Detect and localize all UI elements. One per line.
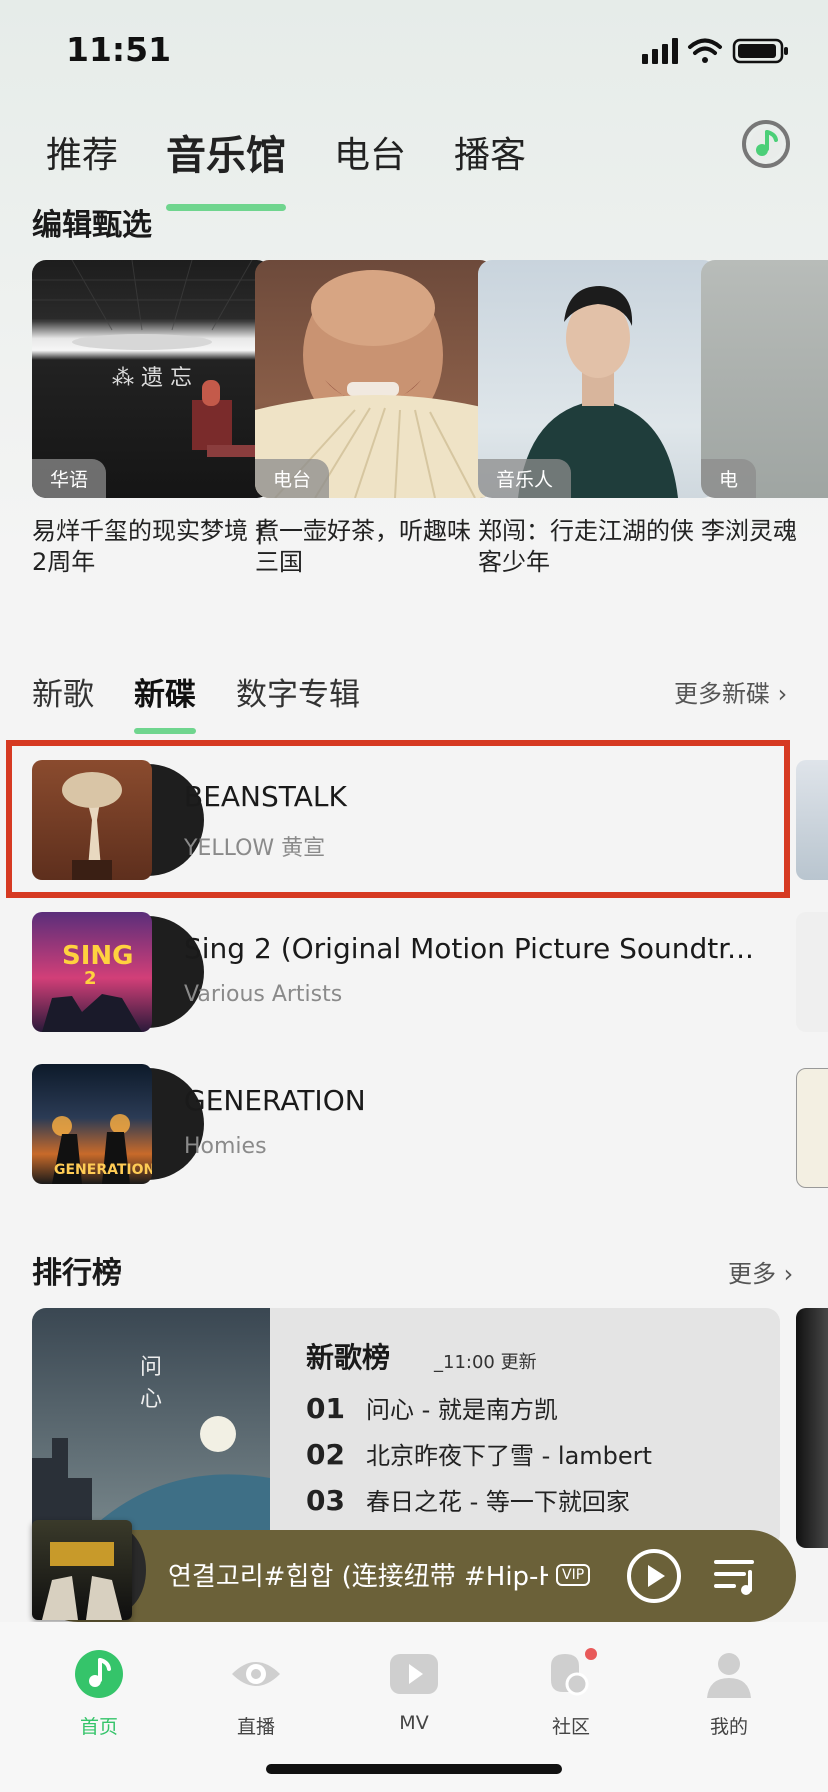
status-icons [642,38,788,64]
player-cover[interactable] [32,1520,132,1620]
tab-recommend[interactable]: 推荐 [46,126,118,178]
signal-icon [642,38,678,64]
tab-new-songs[interactable]: 新歌 [32,669,94,714]
album-artist: Homies [184,1134,267,1159]
album-name: GENERATION [184,1084,366,1117]
editor-card[interactable]: 电 李浏灵魂 [701,260,828,578]
editor-card-title: 郑闯：行走江湖的侠客少年 [478,517,694,576]
svg-text:SING: SING [62,941,134,971]
album-cover: SING 2 [32,912,152,1032]
home-indicator [266,1764,562,1774]
cover-art [42,1542,122,1620]
tab-live-label: 直播 [236,1716,275,1738]
cover-art: SING 2 [42,941,142,1032]
player-song-title: 연결고리#힙합 (连接纽带 #Hip-Hop) [168,1562,548,1592]
more-new-albums-link[interactable]: 更多新碟 › [674,674,787,709]
editor-card-badge: 华语 [32,459,107,498]
chart-name: 新歌榜 [306,1341,391,1374]
vip-badge: VIP [556,1564,591,1586]
more-charts-label: 更多 [728,1260,776,1288]
battery-icon [732,38,788,64]
editor-card-badge: 音乐人 [478,459,572,498]
chevron-right-icon: › [776,1260,794,1288]
tab-radio[interactable]: 电台 [334,126,406,178]
chart-song: 春日之花 - 等一下就回家 [366,1488,630,1516]
more-charts-link[interactable]: 更多 › [728,1254,793,1289]
tab-profile[interactable]: 我的 [669,1648,789,1739]
editor-card-title: 易烊千玺的现实梦境 | 2周年 [32,517,264,576]
editor-picks-title: 编辑甄选 [32,208,152,243]
tab-mv[interactable]: MV [354,1648,474,1734]
svg-text:GENERATION: GENERATION [54,1162,152,1178]
charts-title: 排行榜 [32,1256,122,1291]
album-peek [796,1068,828,1188]
more-new-albums-label: 更多新碟 [674,680,770,708]
tab-home-label: 首页 [79,1716,118,1738]
tab-community[interactable]: 社区 [511,1648,631,1739]
editor-picks-carousel: ⁂ 遗 忘 华语 易烊千玺的现实梦境 | 2周年 电台 煮一壶好茶，听趣味三国 [32,260,828,580]
album-item[interactable]: SING 2 Sing 2 (Original Motion Picture S… [32,912,792,1036]
user-icon [707,1653,751,1698]
album-item[interactable]: GENERATION GENERATION Homies [32,1064,792,1188]
svg-text:心: 心 [140,1387,162,1412]
tab-mv-label: MV [399,1712,429,1734]
chart-rank: 03 [306,1484,345,1517]
home-music-icon [75,1650,123,1698]
chart-updated: _11:00 更新 [434,1352,537,1373]
status-bar: 11:51 [0,0,828,100]
eye-icon [232,1662,280,1686]
playlist-icon[interactable] [714,1556,760,1596]
video-play-icon [390,1654,438,1694]
chart-peek [796,1308,828,1548]
music-recognition-icon[interactable] [740,118,792,170]
chart-row: 01 问心 - 就是南方凯 [306,1390,558,1425]
tab-community-label: 社区 [551,1716,590,1738]
editor-card-cover: 电 [701,260,828,498]
tab-digital-albums[interactable]: 数字专辑 [236,669,360,714]
editor-card[interactable]: ⁂ 遗 忘 华语 易烊千玺的现实梦境 | 2周年 [32,260,271,578]
album-cover: GENERATION [32,1064,152,1184]
chart-rank: 02 [306,1438,345,1471]
cover-art: GENERATION [52,1114,152,1184]
album-peek [796,912,828,1032]
community-icon [551,1648,597,1696]
tab-live[interactable]: 直播 [196,1648,316,1739]
album-peek [796,760,828,880]
editor-card-cover: 电台 [255,260,494,498]
svg-text:⁂ 遗 忘: ⁂ 遗 忘 [112,366,192,391]
tab-home[interactable]: 首页 [39,1648,159,1739]
top-tabs: 推荐 音乐馆 电台 播客 [46,122,574,211]
album-name: Sing 2 (Original Motion Picture Soundtr.… [184,932,754,965]
chart-song: 北京昨夜下了雪 - lambert [366,1442,652,1470]
chart-row: 03 春日之花 - 等一下就回家 [306,1482,630,1517]
tab-podcast[interactable]: 播客 [454,126,526,178]
status-time: 11:51 [66,30,172,69]
editor-card-cover: 音乐人 [478,260,717,498]
svg-text:问: 问 [140,1355,162,1380]
chart-row: 02 北京昨夜下了雪 - lambert [306,1436,652,1471]
chart-cover: 问 心 [32,1308,270,1548]
tab-profile-label: 我的 [709,1716,748,1738]
new-music-tabs: 新歌 新碟 数字专辑 [32,666,400,734]
editor-card-title: 李浏灵魂 [701,517,797,545]
chart-card[interactable]: 问 心 新歌榜 _11:00 更新 01 问心 - 就是南方凯 02 北京昨夜下了雪… [32,1308,780,1548]
chart-rank: 01 [306,1392,345,1425]
tab-music-hall[interactable]: 音乐馆 [166,123,287,211]
editor-card[interactable]: 音乐人 郑闯：行走江湖的侠客少年 [478,260,717,578]
tab-new-albums[interactable]: 新碟 [134,669,196,734]
editor-card-badge: 电 [701,459,757,498]
highlight-box [6,740,790,898]
svg-text:2: 2 [84,968,97,989]
play-icon[interactable] [626,1548,682,1604]
editor-card-cover: ⁂ 遗 忘 华语 [32,260,271,498]
editor-card-badge: 电台 [255,459,330,498]
chevron-right-icon: › [770,680,788,708]
editor-card-title: 煮一壶好茶，听趣味三国 [255,517,471,576]
chart-song: 问心 - 就是南方凯 [366,1396,558,1424]
album-artist: Various Artists [184,982,343,1007]
editor-card[interactable]: 电台 煮一壶好茶，听趣味三国 [255,260,494,578]
wifi-icon [688,38,722,63]
